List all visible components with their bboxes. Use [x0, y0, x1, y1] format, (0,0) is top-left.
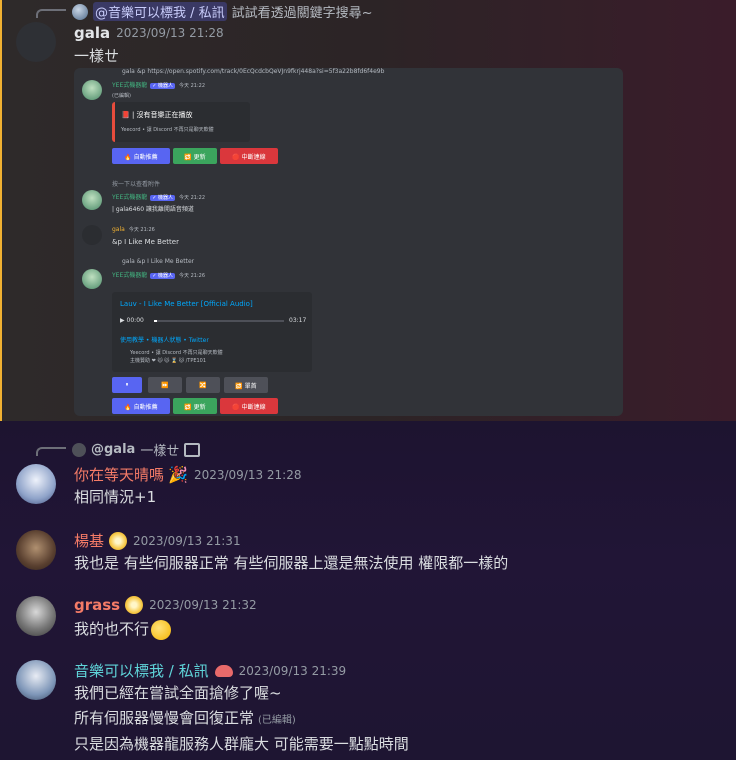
s-bot-tag: ✓ 機器人 — [150, 83, 176, 89]
s-bot-avatar — [82, 80, 102, 100]
message-header: 你在等天晴嗎 🎉 2023/09/13 21:28 — [74, 464, 302, 485]
s-loop-button[interactable]: 🔂 單首 — [224, 377, 268, 393]
s-edited: (已編輯) — [112, 93, 131, 99]
s-time: 今天 21:22 — [179, 195, 206, 201]
message-text-content: 所有伺服器慢慢會回復正常 — [74, 709, 255, 727]
timestamp: 2023/09/13 21:39 — [238, 663, 347, 678]
avatar[interactable] — [16, 22, 56, 62]
s-progress-fill — [154, 320, 157, 322]
reply-mention[interactable]: @gala — [91, 442, 135, 457]
s-reply-text: &p I Like Me Better — [136, 258, 195, 265]
s-bot-tag: ✓ 機器人 — [150, 273, 176, 279]
s-reply-author: gala — [122, 258, 135, 265]
s-refresh-button[interactable]: 🔁 更新 — [173, 148, 217, 164]
s-time: 今天 21:26 — [179, 273, 206, 279]
s-stop-button[interactable]: 🛑 中斷連線 — [220, 148, 278, 164]
s-embed-footer: Yeecord • 讓 Discord 不再只是聊天軟體 — [121, 127, 214, 133]
s-reply-cmd: &p https://open.spotify.com/track/0EcQcd… — [137, 68, 385, 75]
s-m2-text: | gala6460 讓我離開語音頻道 — [112, 206, 194, 213]
image-attachment[interactable]: gala &p https://open.spotify.com/track/0… — [74, 68, 623, 416]
s-reply-author: gala — [122, 68, 135, 75]
s-bot-name: YEE式機器龍 — [112, 272, 148, 279]
s-time: 今天 21:26 — [128, 227, 155, 233]
s-pause-button[interactable]: ⏸ — [112, 377, 142, 393]
message-header: gala 2023/09/13 21:28 — [74, 24, 224, 42]
reply-avatar — [72, 3, 88, 20]
timestamp: 2023/09/13 21:28 — [116, 26, 224, 40]
s-user-avatar — [82, 225, 102, 245]
message-text: 我也是 有些伺服器正常 有些伺服器上還是無法使用 權限都一樣的 — [74, 554, 509, 572]
avatar[interactable] — [16, 530, 56, 570]
s-embed-title: 📕 | 沒有音樂正在播放 — [121, 111, 193, 119]
message-text-content: 我的也不行 — [74, 620, 150, 638]
party-popper-icon: 🎉 — [168, 465, 188, 484]
s-refresh-button[interactable]: 🔁 更新 — [173, 398, 217, 414]
author-name[interactable]: 你在等天晴嗎 — [74, 464, 164, 485]
s-bot-name: YEE式機器龍 — [112, 82, 148, 89]
message-header: 楊基 2023/09/13 21:31 — [74, 530, 241, 551]
sun-badge-icon — [109, 531, 128, 550]
message-header: 音樂可以標我 / 私訊 2023/09/13 21:39 — [74, 660, 346, 681]
message-header: grass 2023/09/13 21:32 — [74, 596, 257, 614]
message-text: 一樣ㄝ — [74, 47, 120, 65]
s-elapsed: 00:00 — [126, 317, 144, 324]
timestamp: 2023/09/13 21:32 — [149, 598, 257, 612]
s-stop-button[interactable]: 🛑 中斷連線 — [220, 398, 278, 414]
timestamp: 2023/09/13 21:31 — [133, 533, 241, 548]
reply-text: 試試看透過關鍵字搜尋~ — [231, 6, 373, 21]
s-auto-button[interactable]: 🔥 自動推薦 — [112, 398, 170, 414]
avatar[interactable] — [16, 596, 56, 636]
s-bot-name: YEE式機器龍 — [112, 194, 148, 201]
s-time: 今天 21:22 — [179, 83, 206, 89]
author-name[interactable]: 楊基 — [74, 530, 104, 551]
s-bot-avatar — [82, 269, 102, 289]
s-bot-avatar — [82, 190, 102, 210]
author-name[interactable]: gala — [74, 24, 110, 42]
s-m3-text: &p I Like Me Better — [112, 238, 179, 246]
avatar[interactable] — [16, 464, 56, 504]
s-links[interactable]: 使用教學 • 機器人狀態 • Twitter — [120, 335, 209, 344]
s-footer2: 主機贊助 ❤ 🐱 🐱 ⌛ 🐱 /TPE101 — [130, 358, 207, 364]
author-name[interactable]: grass — [74, 596, 120, 614]
s-bot-tag: ✓ 機器人 — [150, 195, 176, 201]
author-name[interactable]: 音樂可以標我 / 私訊 — [74, 660, 209, 681]
reply-preview[interactable]: @音樂可以標我 / 私訊 試試看透過關鍵字搜尋~ — [36, 2, 373, 21]
avatar[interactable] — [16, 660, 56, 700]
s-progress-bar[interactable] — [154, 320, 284, 322]
s-auto-button[interactable]: 🔥 自動推薦 — [112, 148, 170, 164]
edited-tag: (已編輯) — [258, 715, 296, 726]
timestamp: 2023/09/13 21:28 — [193, 467, 302, 482]
message-text: 所有伺服器慢慢會回復正常 (已編輯) — [74, 707, 296, 728]
s-embed-player: Lauv - I Like Me Better [Official Audio]… — [112, 292, 312, 372]
s-footer1: Yeecord • 讓 Discord 不再只是聊天軟體 — [130, 350, 223, 356]
message-text: 相同情況+1 — [74, 488, 157, 506]
reply-text: 一樣ㄝ — [140, 444, 180, 459]
reply-preview[interactable]: @gala 一樣ㄝ — [36, 440, 201, 459]
face-emoji-icon — [151, 619, 172, 640]
s-m2-reply: 按一下以查看附件 — [112, 181, 161, 188]
s-shuffle-button[interactable]: 🔀 — [186, 377, 220, 393]
s-embed-nowplaying: 📕 | 沒有音樂正在播放 Yeecord • 讓 Discord 不再只是聊天軟… — [112, 102, 250, 142]
reply-connector — [36, 9, 66, 18]
image-icon — [184, 442, 201, 457]
sun-badge-icon — [125, 596, 144, 614]
message-text: 我的也不行 — [74, 618, 172, 640]
reply-connector — [36, 447, 66, 456]
s-author: gala — [112, 226, 125, 233]
s-track-title[interactable]: Lauv - I Like Me Better [Official Audio] — [120, 300, 253, 308]
message-text: 我們已經在嘗試全面搶修了喔~ — [74, 684, 282, 702]
s-skip-button[interactable]: ⏩ — [148, 377, 182, 393]
s-duration: 03:17 — [289, 317, 307, 324]
reply-avatar — [72, 442, 86, 457]
sushi-badge-icon — [214, 664, 233, 677]
message-text: 只是因為機器龍服務人群龐大 可能需要一點點時間 — [74, 735, 409, 753]
reply-mention[interactable]: @音樂可以標我 / 私訊 — [93, 2, 227, 21]
